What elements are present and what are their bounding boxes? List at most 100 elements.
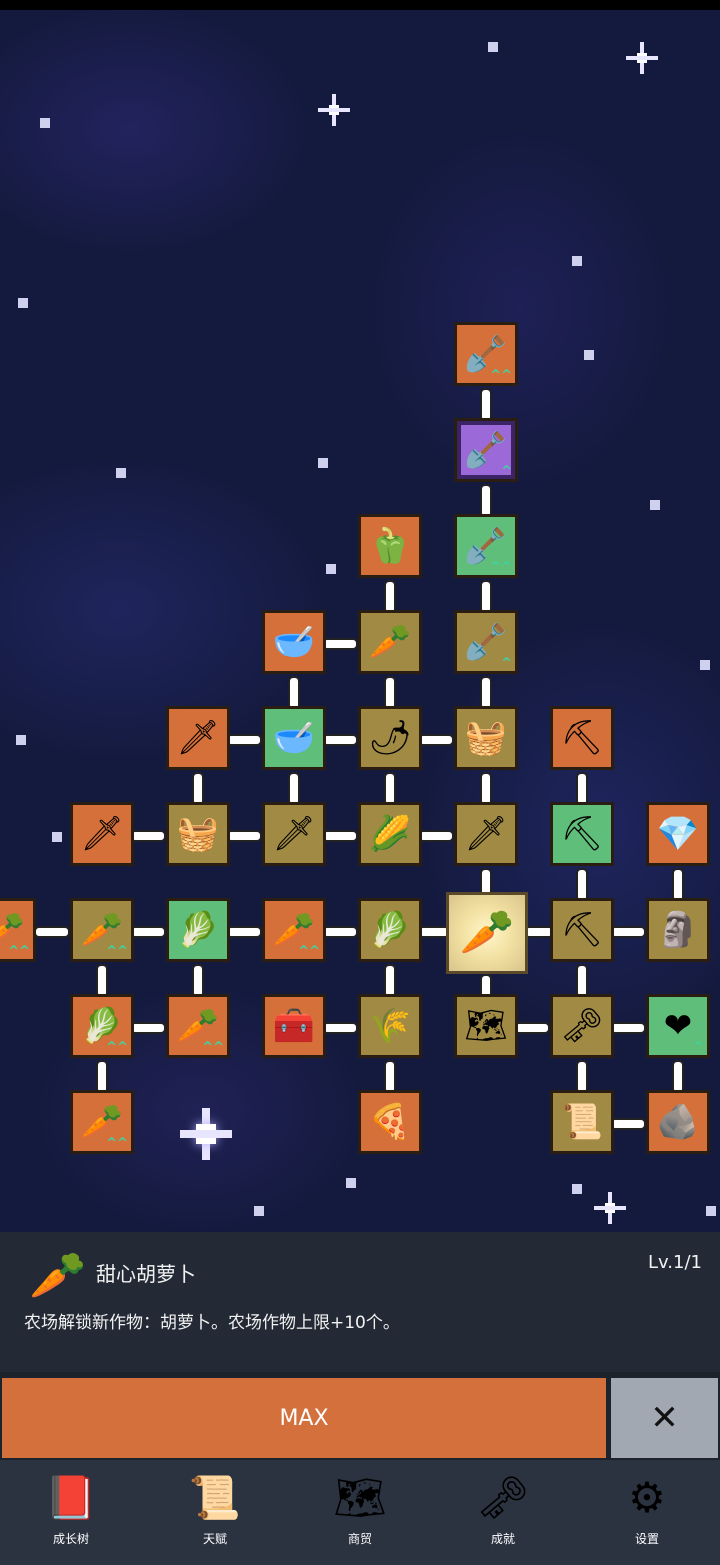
skill-icon: 🌾 bbox=[368, 1006, 412, 1046]
tree-connector bbox=[578, 870, 586, 900]
max-button[interactable]: MAX bbox=[2, 1378, 606, 1458]
skill-node-shovel[interactable]: 🪏 ^ bbox=[454, 418, 518, 482]
tree-connector bbox=[194, 774, 202, 804]
upgrade-arrow-icon: ^^ bbox=[8, 944, 30, 959]
book-icon: 📕 bbox=[44, 1473, 98, 1522]
star bbox=[650, 500, 660, 510]
star bbox=[318, 458, 328, 468]
tree-connector bbox=[324, 736, 356, 744]
skill-node-cabbage[interactable]: 🥬 bbox=[358, 898, 422, 962]
tree-connector bbox=[482, 486, 490, 516]
skill-node-pickaxe[interactable]: ⛏ bbox=[550, 706, 614, 770]
tree-connector bbox=[36, 928, 68, 936]
skill-icon: 🥕 bbox=[459, 907, 515, 958]
skill-node-pickaxe[interactable]: ⛏ bbox=[550, 802, 614, 866]
skill-node-corn[interactable]: 🌽 bbox=[358, 802, 422, 866]
skill-icon: 🗡 bbox=[464, 814, 508, 854]
skill-node-basket[interactable]: 🧺 bbox=[454, 706, 518, 770]
skill-node-pickaxe[interactable]: ⛏ bbox=[550, 898, 614, 962]
nav-trade[interactable]: 🗺 商贸 bbox=[305, 1468, 415, 1558]
skill-node-map[interactable]: 🗺 bbox=[454, 994, 518, 1058]
skill-node-bowl[interactable]: 🥣 bbox=[262, 706, 326, 770]
skill-node-carrot[interactable]: 🥕 ^^ bbox=[70, 1090, 134, 1154]
upgrade-arrow-icon: ^ bbox=[693, 1040, 704, 1055]
sparkle-star bbox=[626, 42, 658, 74]
skill-node-statue[interactable]: 🗿 bbox=[646, 898, 710, 962]
skill-node-heart[interactable]: ❤ ^ bbox=[646, 994, 710, 1058]
skill-node-scroll[interactable]: 📜 bbox=[550, 1090, 614, 1154]
skill-node-carrot[interactable]: 🥕 ^^ bbox=[70, 898, 134, 962]
star bbox=[16, 735, 26, 745]
skill-detail-panel bbox=[0, 1232, 720, 1372]
skill-node-chili[interactable]: 🌶 bbox=[358, 706, 422, 770]
tree-connector bbox=[290, 774, 298, 804]
skill-node-sword[interactable]: 🗡 bbox=[262, 802, 326, 866]
skill-node-carrot[interactable]: 🥕 ^^ bbox=[0, 898, 36, 962]
skill-icon: 🌽 bbox=[368, 814, 412, 854]
sparkle-star bbox=[594, 1192, 626, 1224]
skill-node-stone[interactable]: 🪨 bbox=[646, 1090, 710, 1154]
carrot-icon: 🥕 bbox=[29, 1248, 87, 1302]
upgrade-arrow-icon: ^ bbox=[501, 464, 512, 479]
skill-node-pizza[interactable]: 🍕 bbox=[358, 1090, 422, 1154]
nav-achievement[interactable]: 🗝 成就 bbox=[448, 1468, 558, 1558]
sparkle-star bbox=[180, 1108, 232, 1160]
skill-icon: 🗡 bbox=[176, 718, 220, 758]
tree-connector bbox=[386, 678, 394, 708]
skill-icon: 🥬 bbox=[176, 910, 220, 950]
skill-icon: 🗡 bbox=[80, 814, 124, 854]
nav-talent[interactable]: 📜 天赋 bbox=[160, 1468, 270, 1558]
tree-connector bbox=[98, 1062, 106, 1092]
nav-label: 成长树 bbox=[52, 1532, 89, 1546]
nav-label: 设置 bbox=[634, 1532, 659, 1546]
skill-icon: 🧰 bbox=[272, 1006, 316, 1046]
skill-icon: 🪏 bbox=[464, 526, 508, 566]
tree-connector bbox=[132, 832, 164, 840]
nav-settings[interactable]: ⚙ 设置 bbox=[592, 1468, 702, 1558]
map-icon: 🗺 bbox=[333, 1473, 387, 1522]
skill-node-pepper[interactable]: 🫑 bbox=[358, 514, 422, 578]
nav-label: 天赋 bbox=[202, 1532, 227, 1546]
star bbox=[52, 832, 62, 842]
status-bar bbox=[0, 0, 720, 10]
star bbox=[700, 660, 710, 670]
skill-node-key[interactable]: 🗝 bbox=[550, 994, 614, 1058]
nav-label: 成就 bbox=[490, 1532, 515, 1546]
skill-node-radish[interactable]: 🥕 bbox=[358, 610, 422, 674]
skill-node-chest[interactable]: 🧰 bbox=[262, 994, 326, 1058]
skill-node-shovel[interactable]: 🪏 ^^ bbox=[454, 514, 518, 578]
skill-icon: 🫑 bbox=[368, 526, 412, 566]
star bbox=[706, 1206, 716, 1216]
star bbox=[18, 298, 28, 308]
skill-node-carrot-selected[interactable]: 🥕 bbox=[446, 892, 528, 974]
skill-icon: ⛏ bbox=[560, 814, 604, 854]
tree-connector bbox=[324, 832, 356, 840]
tree-connector bbox=[482, 774, 490, 804]
tree-connector bbox=[228, 928, 260, 936]
nav-growth-tree[interactable]: 📕 成长树 bbox=[16, 1468, 126, 1558]
skill-node-shovel[interactable]: 🪏 ^ bbox=[454, 610, 518, 674]
skill-node-bowl[interactable]: 🥣 bbox=[262, 610, 326, 674]
tree-connector bbox=[578, 1062, 586, 1092]
skill-node-shovel[interactable]: 🪏 ^^ bbox=[454, 322, 518, 386]
skill-node-carrot[interactable]: 🥕 ^^ bbox=[166, 994, 230, 1058]
skill-node-crystal[interactable]: 💎 bbox=[646, 802, 710, 866]
close-button[interactable]: ✕ bbox=[611, 1378, 718, 1458]
skill-node-cabbage[interactable]: 🥬 bbox=[166, 898, 230, 962]
key-icon: 🗝 bbox=[476, 1473, 530, 1522]
skill-icon: 🥣 bbox=[272, 718, 316, 758]
skill-icon: 🥕 bbox=[272, 910, 316, 950]
skill-icon: 🧺 bbox=[464, 718, 508, 758]
skill-node-carrot[interactable]: 🥕 ^^ bbox=[262, 898, 326, 962]
skill-node-parsnip[interactable]: 🌾 bbox=[358, 994, 422, 1058]
skill-node-knife[interactable]: 🗡 bbox=[454, 802, 518, 866]
skill-icon: ⛏ bbox=[560, 910, 604, 950]
skill-node-sword[interactable]: 🗡 bbox=[166, 706, 230, 770]
skill-node-cabbage[interactable]: 🥬 ^^ bbox=[70, 994, 134, 1058]
star bbox=[488, 42, 498, 52]
skill-tree-area[interactable]: 🪏 ^^ 🪏 ^ 🫑 🪏 ^^ 🥣 🥕 🪏 ^ 🗡 🥣 🌶 🧺 ⛏ 🗡 🧺 🗡 🌽 🗡 … bbox=[0, 10, 720, 1232]
skill-node-basket[interactable]: 🧺 bbox=[166, 802, 230, 866]
upgrade-arrow-icon: ^^ bbox=[106, 1136, 128, 1151]
skill-node-sword[interactable]: 🗡 bbox=[70, 802, 134, 866]
sparkle-star bbox=[318, 94, 350, 126]
